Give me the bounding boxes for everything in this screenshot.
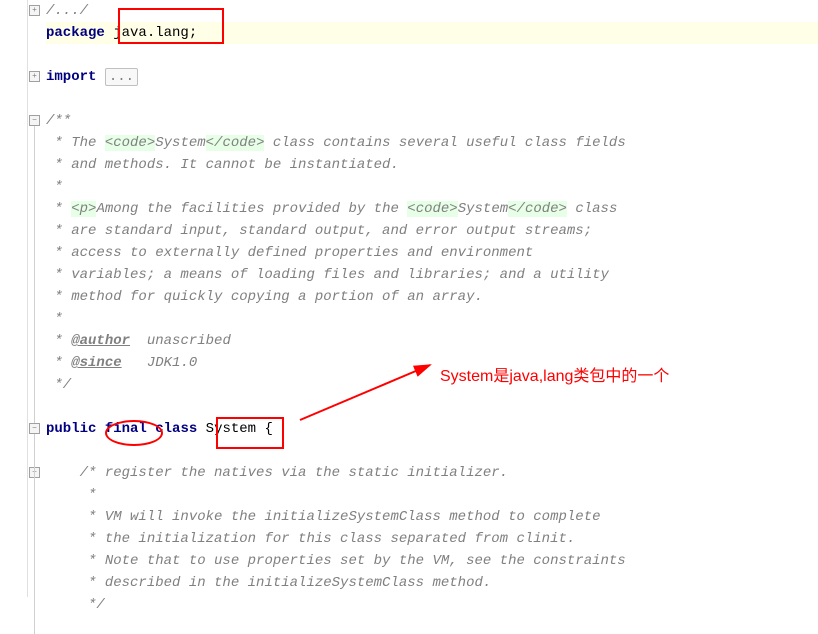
fold-icon[interactable]: −	[29, 115, 40, 126]
class-name: System	[206, 421, 256, 437]
keyword-import: import	[46, 69, 96, 85]
fold-line	[34, 434, 35, 634]
javadoc-text: * and methods. It cannot be instantiated…	[46, 157, 399, 173]
javadoc-tag: </code>	[206, 135, 265, 151]
comment-text: * VM will invoke the initializeSystemCla…	[80, 509, 601, 525]
javadoc-text: * method for quickly copying a portion o…	[46, 289, 483, 305]
keyword-class: class	[155, 421, 197, 437]
comment-text: /* register the natives via the static i…	[80, 465, 508, 481]
brace: {	[256, 421, 273, 437]
comment-text: *	[80, 487, 97, 503]
fold-icon[interactable]: +	[29, 71, 40, 82]
javadoc-text: class contains several useful class fiel…	[264, 135, 625, 151]
javadoc-text: * access to externally defined propertie…	[46, 245, 533, 261]
folded-imports[interactable]: ...	[105, 68, 138, 86]
comment-text: * the initialization for this class sepa…	[80, 531, 576, 547]
javadoc-text: class	[567, 201, 617, 217]
code-area[interactable]: /.../ package java.lang; import ... /** …	[42, 0, 818, 597]
gutter	[0, 0, 28, 597]
javadoc-text: *	[46, 355, 71, 371]
javadoc-end: */	[46, 377, 71, 393]
folded-block[interactable]: /.../	[46, 3, 88, 19]
comment-text: * described in the initializeSystemClass…	[80, 575, 492, 591]
keyword-package: package	[46, 25, 105, 41]
fold-line	[34, 126, 35, 423]
fold-column[interactable]: + + − − −	[28, 0, 42, 597]
keyword-public: public	[46, 421, 96, 437]
comment-text: * Note that to use properties set by the…	[80, 553, 626, 569]
code-editor[interactable]: + + − − − /.../ package java.lang; impor…	[0, 0, 818, 597]
javadoc-text: *	[46, 201, 71, 217]
javadoc-since-tag: @since	[71, 355, 121, 371]
javadoc-tag: <code>	[407, 201, 457, 217]
javadoc-text: * are standard input, standard output, a…	[46, 223, 592, 239]
javadoc-start: /**	[46, 113, 71, 129]
javadoc-text: *	[46, 311, 63, 327]
fold-icon[interactable]: +	[29, 5, 40, 16]
javadoc-tag: <code>	[105, 135, 155, 151]
javadoc-tag: </code>	[508, 201, 567, 217]
javadoc-text: unascribed	[130, 333, 231, 349]
javadoc-author-tag: @author	[71, 333, 130, 349]
fold-icon[interactable]: −	[29, 423, 40, 434]
javadoc-text: System	[155, 135, 205, 151]
javadoc-tag: <p>	[71, 201, 96, 217]
javadoc-text: Among the facilities provided by the	[96, 201, 407, 217]
javadoc-text: *	[46, 333, 71, 349]
annotation-text: System是java,lang类包中的一个	[440, 362, 669, 386]
javadoc-text: System	[458, 201, 508, 217]
javadoc-text: * The	[46, 135, 105, 151]
keyword-final: final	[105, 421, 147, 437]
javadoc-text: * variables; a means of loading files an…	[46, 267, 609, 283]
package-name: java.lang;	[105, 25, 197, 41]
comment-text: */	[80, 597, 105, 613]
javadoc-text: JDK1.0	[122, 355, 198, 371]
javadoc-text: *	[46, 179, 63, 195]
